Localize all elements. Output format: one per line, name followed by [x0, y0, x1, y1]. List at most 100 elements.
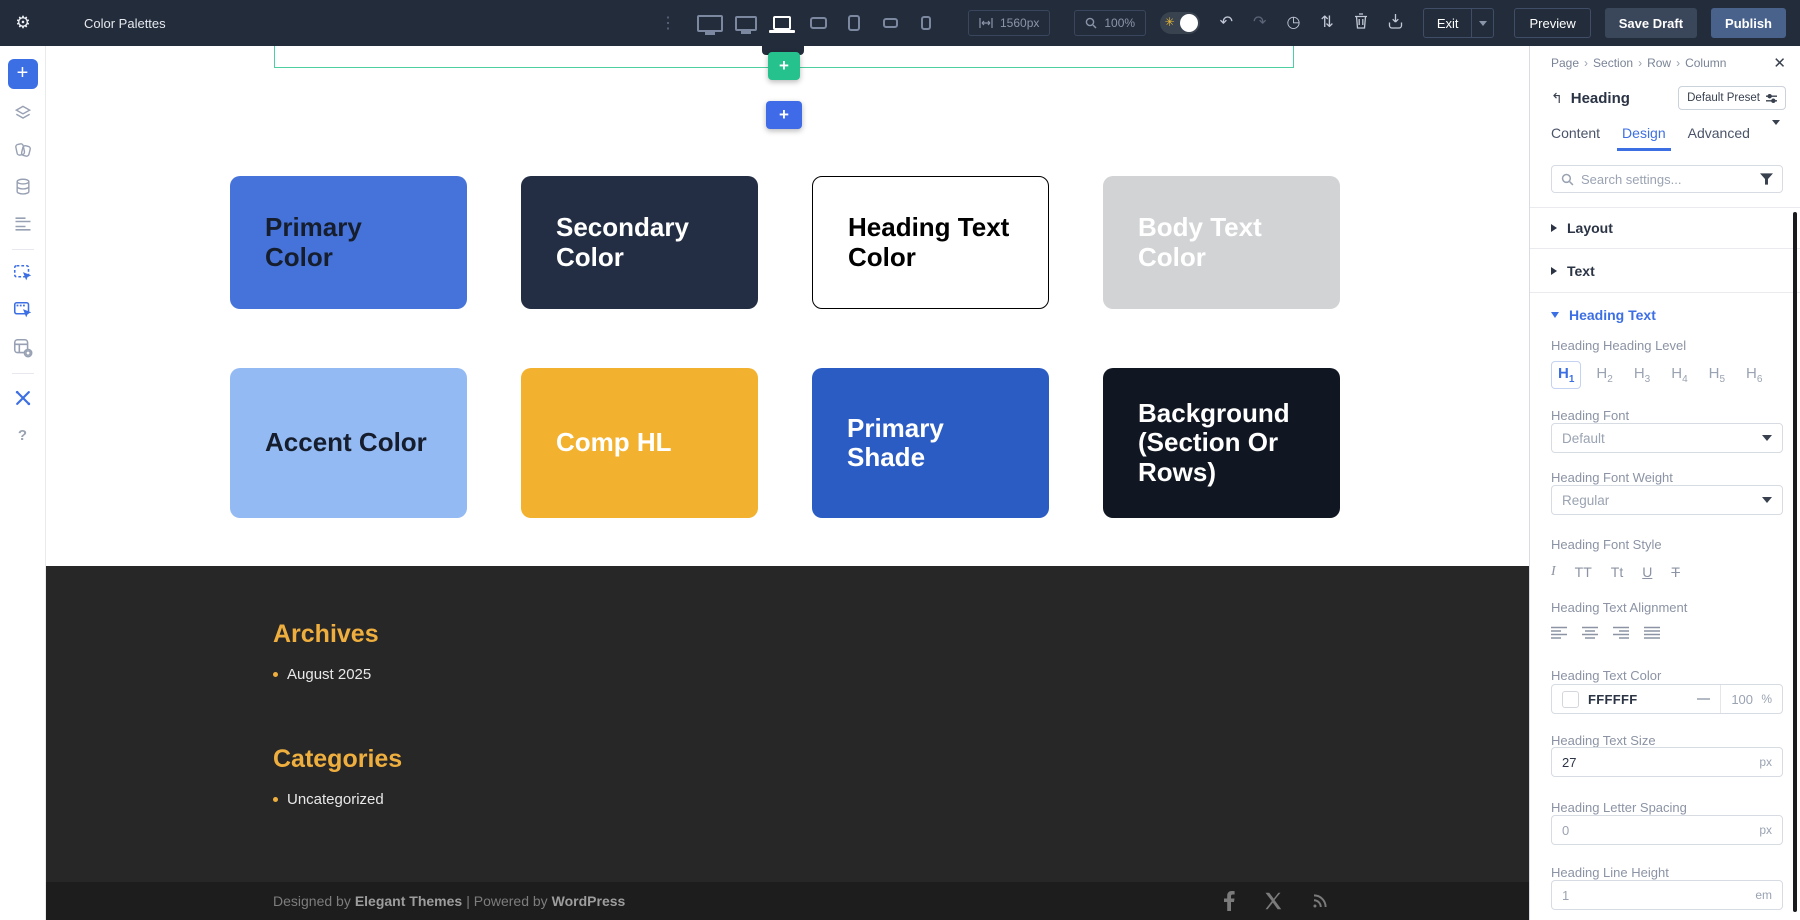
publish-button[interactable]: Publish — [1711, 8, 1786, 38]
drag-handle-icon[interactable]: ⋮ — [660, 13, 676, 33]
color-card-accent[interactable]: Accent Color — [230, 368, 467, 518]
history-icon[interactable]: ◷ — [1286, 15, 1300, 31]
color-card-body-text[interactable]: Body Text Color — [1103, 176, 1340, 309]
color-card-primary-shade[interactable]: Primary Shade — [812, 368, 1049, 518]
breadcrumb-column[interactable]: Column — [1685, 56, 1726, 70]
default-preset-button[interactable]: Default Preset — [1678, 86, 1786, 110]
color-card-background[interactable]: Background (Section Or Rows) — [1103, 368, 1340, 518]
module-presets-icon[interactable] — [10, 335, 36, 361]
desktop-wide-icon[interactable] — [692, 0, 728, 46]
database-icon[interactable] — [10, 174, 36, 200]
heading-letter-spacing-input[interactable] — [1562, 823, 1759, 838]
breadcrumb-page[interactable]: Page — [1551, 56, 1579, 70]
exit-button[interactable]: Exit — [1424, 16, 1472, 31]
panel-scrollbar[interactable] — [1793, 212, 1797, 912]
credits-text: Designed byElegant Themes| Powered byWor… — [273, 893, 629, 909]
social-icons — [1223, 891, 1333, 911]
heading-font-weight-select[interactable]: Regular — [1551, 485, 1783, 515]
heading-line-height-input[interactable] — [1562, 888, 1755, 903]
color-card-comp-hl[interactable]: Comp HL — [521, 368, 758, 518]
back-arrow-icon[interactable]: ↰ — [1551, 90, 1563, 107]
ai-toggle[interactable]: ✳ — [1160, 12, 1200, 34]
heading-level-h2[interactable]: H2 — [1590, 362, 1618, 388]
wordpress-link[interactable]: WordPress — [552, 893, 626, 909]
responsive-arrows-icon[interactable]: ⇅ — [1320, 15, 1333, 31]
heading-level-h4[interactable]: H4 — [1665, 362, 1693, 388]
save-draft-button[interactable]: Save Draft — [1605, 8, 1697, 38]
undo-icon[interactable]: ↶ — [1220, 15, 1233, 31]
uppercase-icon[interactable]: TT — [1575, 564, 1592, 580]
categories-list-item[interactable]: Uncategorized — [273, 791, 1529, 808]
text-settings-icon[interactable] — [10, 211, 36, 237]
size-unit: px — [1759, 755, 1772, 769]
tools-icon[interactable] — [10, 385, 36, 411]
breadcrumb-section[interactable]: Section — [1593, 56, 1633, 70]
heading-font-weight-label: Heading Font Weight — [1551, 470, 1673, 485]
heading-level-h1[interactable]: H1 — [1551, 361, 1581, 389]
bullet-icon — [273, 672, 278, 677]
page-settings-gear-icon[interactable]: ⚙ — [0, 13, 46, 33]
opacity-input[interactable] — [1721, 692, 1761, 707]
click-mode-icon[interactable] — [10, 261, 36, 287]
add-section-button[interactable]: + — [766, 101, 802, 129]
close-icon[interactable]: ✕ — [1773, 54, 1786, 72]
archives-list-item[interactable]: August 2025 — [273, 666, 1529, 683]
tab-design[interactable]: Design — [1622, 125, 1666, 141]
color-card-primary[interactable]: Primary Color — [230, 176, 467, 309]
align-justify-icon[interactable] — [1644, 626, 1661, 640]
align-center-icon[interactable] — [1582, 626, 1599, 640]
x-icon[interactable] — [1264, 892, 1282, 910]
heading-font-style-label: Heading Font Style — [1551, 537, 1662, 552]
search-input[interactable] — [1581, 172, 1753, 187]
canvas-width-input[interactable]: 1560px — [968, 10, 1050, 36]
heading-level-h3[interactable]: H3 — [1628, 362, 1656, 388]
heading-font-select[interactable]: Default — [1551, 423, 1783, 453]
layers-icon[interactable] — [10, 100, 36, 126]
heading-text-color-control[interactable]: FFFFFF % — [1551, 684, 1783, 714]
filter-funnel-icon[interactable] — [1760, 173, 1773, 185]
redo-icon[interactable]: ↷ — [1253, 15, 1266, 31]
align-left-icon[interactable] — [1551, 626, 1568, 640]
section-heading-text[interactable]: Heading Text — [1530, 292, 1800, 336]
color-card-secondary[interactable]: Secondary Color — [521, 176, 758, 309]
tabs-dropdown-caret-icon[interactable] — [1772, 125, 1780, 141]
heading-text-size-input[interactable] — [1562, 755, 1759, 770]
color-card-heading-text[interactable]: Heading Text Color — [812, 176, 1049, 309]
heading-level-h5[interactable]: H5 — [1703, 362, 1731, 388]
preview-button[interactable]: Preview — [1514, 8, 1590, 38]
preset-icon — [1766, 93, 1777, 104]
tablet-landscape-icon[interactable] — [800, 0, 836, 46]
tab-advanced[interactable]: Advanced — [1688, 125, 1750, 141]
hover-mode-icon[interactable] — [10, 298, 36, 324]
align-right-icon[interactable] — [1613, 626, 1630, 640]
section-layout[interactable]: Layout — [1530, 207, 1800, 248]
portability-icon[interactable] — [1388, 13, 1403, 33]
trash-icon[interactable] — [1354, 13, 1368, 33]
design-presets-icon[interactable] — [10, 137, 36, 163]
ai-spark-icon: ✳ — [1165, 16, 1175, 28]
tab-content[interactable]: Content — [1551, 125, 1600, 141]
add-row-button[interactable]: + — [768, 52, 800, 80]
small-caps-icon[interactable]: Tt — [1611, 564, 1623, 580]
strikethrough-icon[interactable]: T — [1671, 564, 1680, 580]
phone-icon[interactable] — [908, 0, 944, 46]
color-swatch[interactable] — [1562, 691, 1579, 708]
help-icon[interactable]: ? — [10, 422, 36, 448]
tablet-icon[interactable] — [836, 0, 872, 46]
add-module-button[interactable]: + — [8, 59, 38, 89]
desktop-icon[interactable] — [728, 0, 764, 46]
rss-icon[interactable] — [1311, 892, 1329, 910]
section-text[interactable]: Text — [1530, 248, 1800, 292]
phone-landscape-icon[interactable] — [872, 0, 908, 46]
facebook-icon[interactable] — [1223, 891, 1235, 911]
underline-icon[interactable]: U — [1642, 564, 1652, 580]
canvas-zoom-input[interactable]: 100% — [1074, 10, 1146, 36]
line-height-unit: em — [1755, 888, 1772, 902]
laptop-icon-active[interactable] — [764, 0, 800, 46]
breadcrumb-row[interactable]: Row — [1647, 56, 1671, 70]
elegant-themes-link[interactable]: Elegant Themes — [355, 893, 462, 909]
exit-dropdown-caret[interactable] — [1471, 8, 1493, 38]
width-arrows-icon — [979, 18, 993, 28]
italic-icon[interactable]: I — [1551, 564, 1556, 580]
heading-level-h6[interactable]: H6 — [1740, 362, 1768, 388]
